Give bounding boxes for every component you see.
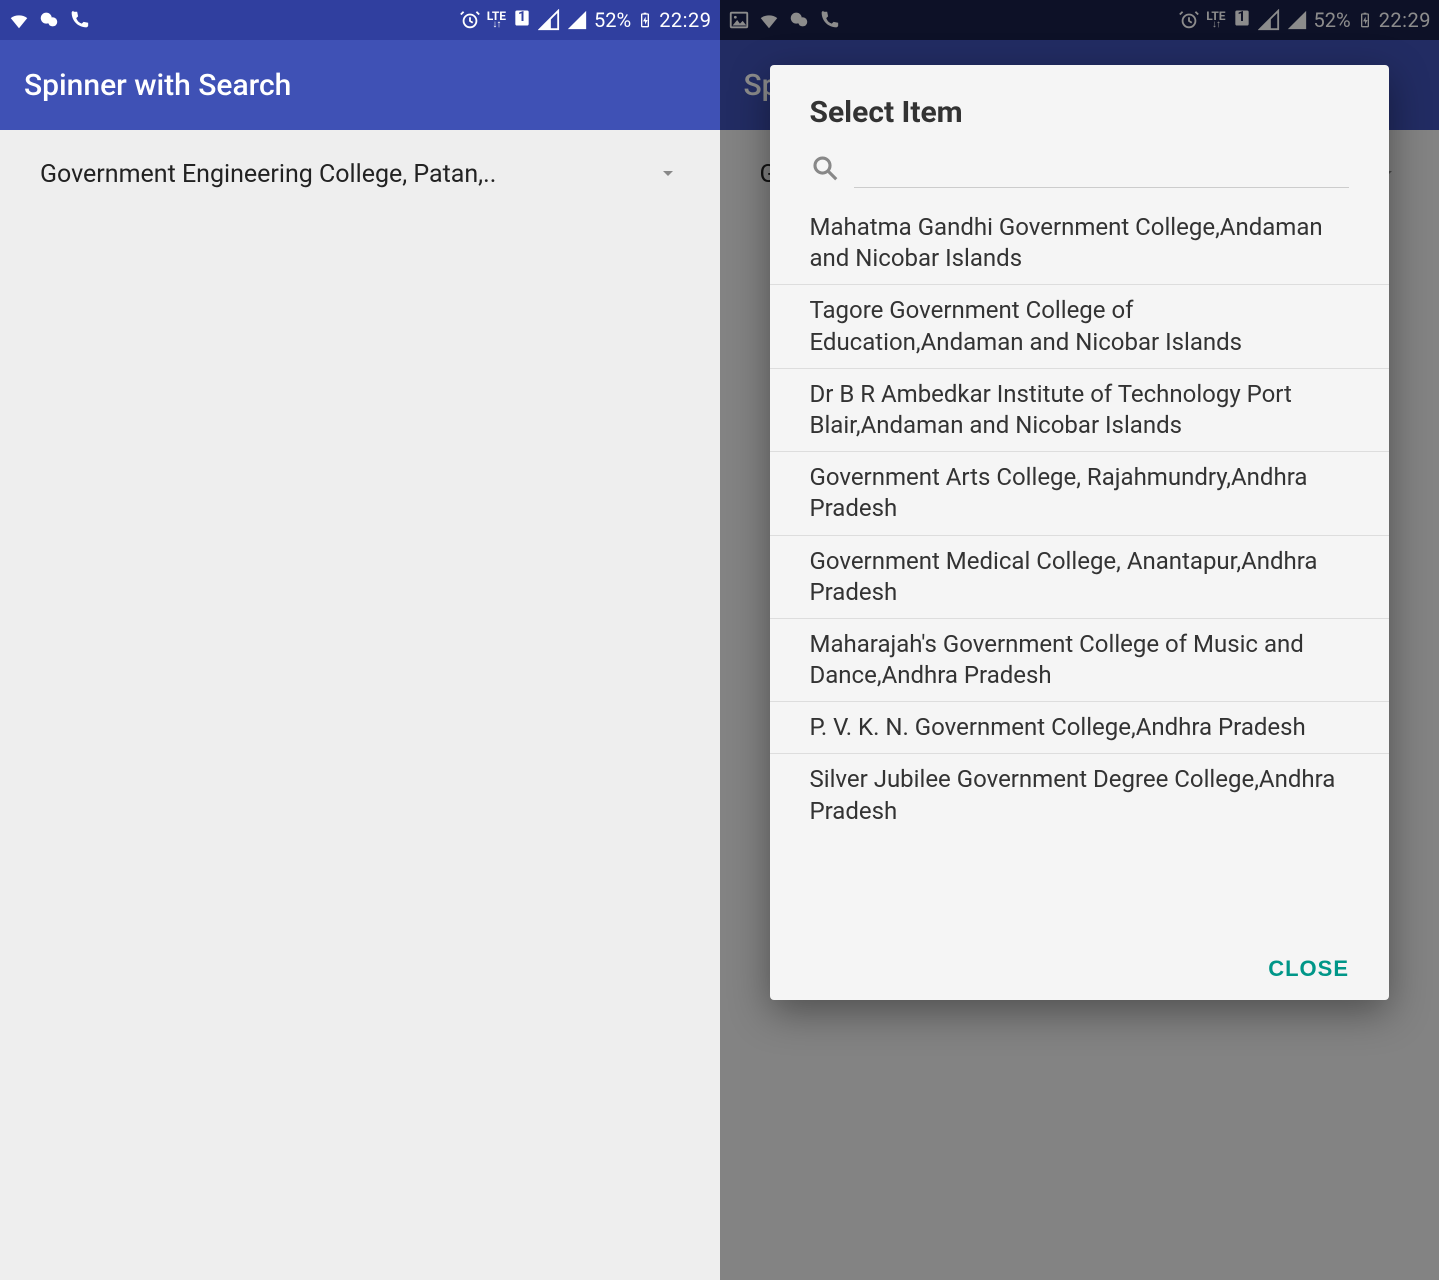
dialog-title: Select Item (770, 65, 1390, 148)
list-item[interactable]: Tagore Government College of Education,A… (770, 284, 1390, 367)
list-item[interactable]: Government Medical College, Anantapur,An… (770, 535, 1390, 618)
list-item[interactable]: P. V. K. N. Government College,Andhra Pr… (770, 701, 1390, 753)
sim-slot-indicator: 1 (512, 7, 532, 34)
signal-icon-2 (566, 9, 588, 31)
chevron-down-icon (656, 161, 680, 189)
college-spinner[interactable]: Government Engineering College, Patan,.. (0, 130, 720, 189)
close-button[interactable]: CLOSE (1268, 956, 1349, 982)
app-title: Spinner with Search (24, 68, 291, 103)
spinner-selected-value: Government Engineering College, Patan,.. (40, 160, 496, 189)
select-item-dialog: Select Item Mahatma Gandhi Government Co… (770, 65, 1390, 1000)
phone-screen-right: LTE ↓↑ 1 52% 22:29 Spinner with Search G… (720, 0, 1439, 1280)
battery-charging-icon (637, 8, 653, 32)
phone-screen-left: LTE ↓↑ 1 52% 22:29 Spinner with Search G… (0, 0, 720, 1280)
signal-icon-1 (538, 9, 560, 31)
battery-percent: 52% (594, 8, 631, 32)
search-icon (810, 153, 840, 187)
wechat-icon (38, 9, 60, 31)
list-item[interactable]: Government Arts College, Rajahmundry,And… (770, 451, 1390, 534)
list-item[interactable]: Dr B R Ambedkar Institute of Technology … (770, 368, 1390, 451)
status-bar: LTE ↓↑ 1 52% 22:29 (0, 0, 720, 40)
alarm-icon (459, 9, 481, 31)
search-input[interactable] (854, 152, 1350, 188)
item-list[interactable]: Mahatma Gandhi Government College,Andama… (770, 202, 1390, 934)
app-bar: Spinner with Search (0, 40, 720, 130)
phone-icon (68, 9, 90, 31)
list-item[interactable]: Maharajah's Government College of Music … (770, 618, 1390, 701)
clock-time: 22:29 (659, 8, 711, 32)
list-item[interactable]: Mahatma Gandhi Government College,Andama… (770, 202, 1390, 284)
lte-indicator: LTE ↓↑ (487, 11, 506, 29)
list-item[interactable]: Silver Jubilee Government Degree College… (770, 753, 1390, 836)
wifi-icon (8, 9, 30, 31)
